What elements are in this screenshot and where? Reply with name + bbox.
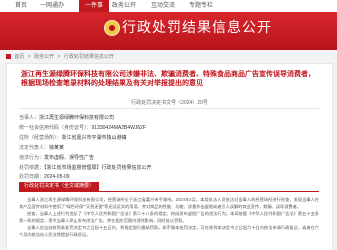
breadcrumb: 首页 > 政务公开 > 行政处罚结果信息公开 (6, 52, 114, 62)
section-tab-decision[interactable]: 行政处罚决定书（全文或摘要） (19, 182, 100, 191)
breadcrumb-separator: > (27, 54, 31, 60)
body-paragraph: 当事人浙江再生源绿腾环保科技有限公司，经营场所位于浙江省嘉兴市平湖市。2024年… (19, 197, 319, 209)
info-row-legal-rep: 法定代表人：徐某某 (19, 143, 319, 153)
info-value: 浙江省嘉兴市平湖市独山港镇 (61, 135, 127, 141)
home-icon (6, 54, 11, 59)
info-value: 2024-05-09 (44, 174, 70, 180)
breadcrumb-government-affairs[interactable]: 政务公开 (34, 54, 54, 60)
nav-item-government-affairs[interactable]: 政务公开 (112, 1, 136, 11)
document-number: 行政处罚决定书文号（2024）20号 (131, 100, 208, 106)
info-label: 统一社会信用代码（身份证号）： (19, 125, 92, 131)
info-label: 当事人： (19, 115, 40, 121)
info-row-date: 处罚日期：2024-05-09 (19, 172, 319, 182)
nav-item-home[interactable]: 首页 (15, 1, 27, 11)
breadcrumb-home[interactable]: 首页 (14, 54, 24, 60)
body-paragraph: 当事人应当自收到本处罚决定书之日起十五日内，到指定银行缴纳罚款。如不服本处罚决定… (19, 225, 319, 237)
nav-item-special-topics[interactable]: 专题专栏 (189, 1, 213, 11)
info-row-party: 当事人：浙江再生源绿腾环保科技有限公司 (19, 113, 319, 123)
header-banner: 行政处罚结果信息公开 (0, 12, 337, 50)
content-card: 浙江再生源绿腾环保科技有限公司涉嫌非法、欺骗消费者、特殊食品商品广告宣传误导消费… (6, 63, 333, 250)
info-label: 处罚依据： (19, 165, 45, 171)
info-row-address: 住所（经营场所）：浙江省嘉兴市平湖市独山港镇 (19, 133, 319, 143)
info-value: 【浙江省市场监督管理局】行政处罚结果信息公开 (44, 165, 152, 171)
section-divider (19, 191, 319, 192)
info-value: 浙江再生源绿腾环保科技有限公司 (39, 115, 115, 121)
body-paragraph: 经查，当事人上述行为违反了《中华人民共和国广告法》第二十八条的规定，构成发布虚假… (19, 211, 319, 223)
article-heading: 浙江再生源绿腾环保科技有限公司涉嫌非法、欺骗消费者、特殊食品商品广告宣传误导消费… (21, 71, 315, 87)
decision-body: 当事人浙江再生源绿腾环保科技有限公司，经营场所位于浙江省嘉兴市平湖市。2024年… (19, 196, 319, 238)
emblem-icon (104, 20, 120, 36)
page-title: 行政处罚结果信息公开 (122, 19, 272, 35)
info-label: 住所（经营场所）： (19, 135, 62, 141)
info-label: 违法行为： (19, 155, 45, 161)
info-row-credit-code: 统一社会信用代码（身份证号）：91330424MA2B4WJ62F (19, 123, 319, 133)
nav-item-interaction[interactable]: 互动交流 (151, 1, 175, 11)
info-value: 发布虚假、误导性广告 (44, 155, 95, 161)
info-value: 徐某某 (49, 145, 65, 151)
info-row-violation: 违法行为：发布虚假、误导性广告 (19, 153, 319, 163)
nav-item-one-thing[interactable]: 一件事 (79, 0, 110, 12)
info-value: 91330424MA2B4WJ62F (91, 125, 146, 131)
breadcrumb-separator: > (57, 54, 61, 60)
nav-item-one-stop-service[interactable]: 一网通办 (40, 1, 64, 11)
page: 首页 一网通办 一件事 政务公开 互动交流 专题专栏 行政处罚结果信息公开 首页… (0, 0, 337, 250)
breadcrumb-current[interactable]: 行政处罚结果信息公开 (64, 54, 114, 60)
info-label: 处罚日期： (19, 174, 45, 180)
info-label: 法定代表人： (19, 145, 50, 151)
divider (19, 108, 319, 109)
